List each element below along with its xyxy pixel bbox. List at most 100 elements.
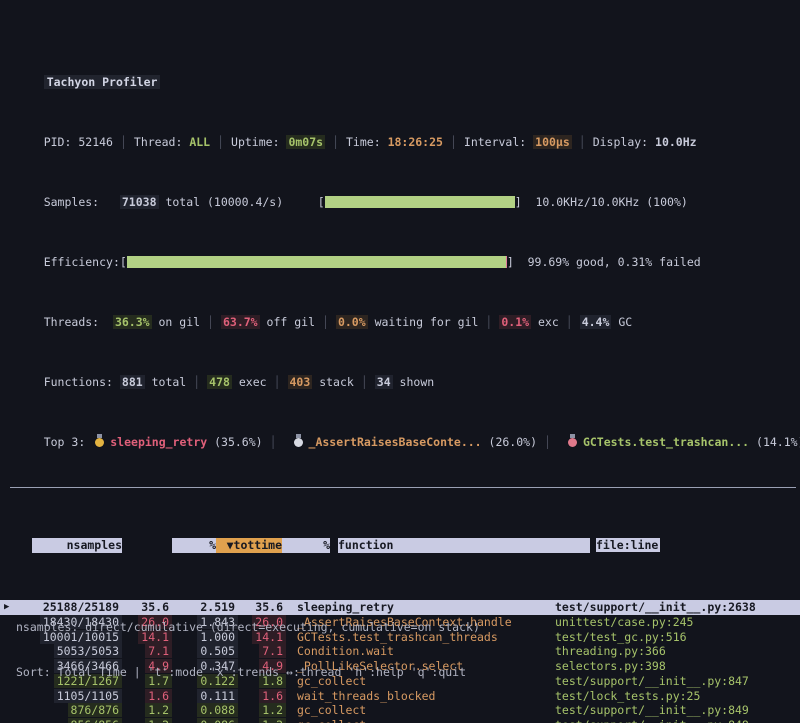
- divider: │: [450, 135, 457, 149]
- file-line-cell-value: test/test_gc.py:516: [552, 630, 690, 644]
- efficiency-summary: 99.69% good, 0.31% failed: [528, 255, 701, 269]
- table-row[interactable]: 856/8561.20.0861.2gc_collecttest/support…: [0, 718, 800, 723]
- top3-item: _AssertRaisesBaseConte... (26.0%): [284, 435, 537, 449]
- file-line-cell-value: unittest/case.py:245: [552, 615, 696, 629]
- pid-value: 52146: [78, 135, 113, 149]
- divider: │: [120, 135, 127, 149]
- tottime-cell: 0.086: [172, 718, 238, 723]
- divider: │: [361, 375, 368, 389]
- file-line-cell: test/support/__init__.py:848: [552, 718, 800, 723]
- divider: │: [485, 315, 492, 329]
- top3-percent: (26.0%): [482, 435, 537, 449]
- nsamples-cell-value: 856/856: [68, 718, 122, 723]
- tachyon-profiler-screen: Tachyon Profiler PID: 52146│Thread: ALL│…: [0, 0, 800, 723]
- function-stat-text: shown: [393, 375, 435, 389]
- percent-cumulative-cell-value: 1.2: [259, 718, 286, 723]
- silver-medal-icon: [294, 438, 303, 447]
- divider: │: [322, 315, 329, 329]
- footer: nsamples: direct/cumulative (direct=exec…: [16, 590, 480, 710]
- function-stat: 403 stack: [288, 375, 354, 389]
- uptime-label: Uptime:: [231, 135, 279, 149]
- thread-stat: 4.4% GC: [580, 315, 632, 329]
- file-line-cell: selectors.py:398: [552, 659, 800, 674]
- samples-rate: 10.0KHz/10.0KHz (100%): [535, 195, 687, 209]
- thread-stat: 63.7% off gil: [221, 315, 315, 329]
- bronze-medal-icon: [568, 438, 577, 447]
- column-header-nsamples[interactable]: nsamples: [32, 538, 122, 553]
- column-header-pct-cumulative[interactable]: %: [282, 538, 330, 553]
- thread-value[interactable]: ALL: [189, 135, 210, 149]
- column-header-function[interactable]: function: [338, 538, 590, 553]
- time-value: 18:26:25: [388, 135, 443, 149]
- top3-function-name: sleeping_retry: [110, 435, 207, 449]
- thread-stat-text: exc: [531, 315, 559, 329]
- threads-segments: 36.3% on gil│63.7% off gil│0.0% waiting …: [113, 315, 632, 329]
- function-stat-value: 881: [120, 375, 145, 389]
- file-line-cell: test/test_gc.py:516: [552, 630, 800, 645]
- column-header-pct-direct[interactable]: %: [172, 538, 216, 553]
- percent-direct-cell: 1.2: [122, 718, 172, 723]
- functions-line: Functions: 881 total│478 exec│403 stack│…: [0, 360, 800, 375]
- threads-label: Threads:: [44, 315, 99, 329]
- efficiency-line: Efficiency:[] 99.69% good, 0.31% failed: [0, 240, 800, 255]
- pid-label: PID:: [44, 135, 72, 149]
- threads-line: Threads: 36.3% on gil│63.7% off gil│0.0%…: [0, 300, 800, 315]
- file-line-cell: unittest/case.py:245: [552, 615, 800, 630]
- top3-item: GCTests.test_trashcan... (14.1%): [558, 435, 800, 449]
- thread-stat-text: waiting for gil: [368, 315, 479, 329]
- footer-keybindings: Sort: Total Time | 't':mode 'x':trends ↔…: [16, 665, 480, 680]
- thread-label: Thread:: [134, 135, 182, 149]
- divider: │: [207, 315, 214, 329]
- status-line: PID: 52146│Thread: ALL│Uptime: 0m07s│Tim…: [0, 120, 800, 135]
- top3-line: Top 3:sleeping_retry (35.6%)│_AssertRais…: [0, 420, 800, 435]
- divider: │: [274, 375, 281, 389]
- divider: │: [332, 135, 339, 149]
- divider: │: [270, 435, 277, 449]
- gold-medal-icon: [95, 438, 104, 447]
- function-stat-value: 34: [375, 375, 393, 389]
- top3-percent: (14.1%): [749, 435, 800, 449]
- efficiency-bar-good: [127, 256, 506, 268]
- thread-stat-value: 36.3%: [113, 315, 152, 329]
- efficiency-bar-failed: [506, 256, 507, 268]
- function-stat: 881 total: [120, 375, 186, 389]
- file-line-cell: test/support/__init__.py:849: [552, 703, 800, 718]
- top3-function-name: _AssertRaisesBaseConte...: [309, 435, 482, 449]
- file-line-cell: threading.py:366: [552, 644, 800, 659]
- thread-stat-value: 0.1%: [499, 315, 531, 329]
- efficiency-label: Efficiency:: [44, 255, 120, 269]
- divider: │: [579, 135, 586, 149]
- display-label: Display:: [593, 135, 648, 149]
- app-title: Tachyon Profiler: [44, 75, 161, 89]
- divider: │: [217, 135, 224, 149]
- thread-stat-value: 63.7%: [221, 315, 260, 329]
- column-gap: [122, 538, 172, 553]
- interval-label: Interval:: [464, 135, 526, 149]
- samples-bar-fill: [325, 196, 515, 208]
- samples-bar: [325, 196, 515, 208]
- top3-label: Top 3:: [44, 435, 86, 449]
- column-header-tottime-sorted[interactable]: ▼tottime: [216, 538, 282, 553]
- functions-segments: 881 total │ 478 exec │ 403 stack │ 34 shown: [120, 375, 434, 389]
- file-line-cell-value: test/lock_tests.py:25: [552, 689, 703, 703]
- table-header: nsamples % ▼tottime % function file:line: [0, 538, 800, 553]
- functions-label: Functions:: [44, 375, 113, 389]
- file-line-cell-value: test/support/__init__.py:847: [552, 674, 752, 688]
- footer-legend: nsamples: direct/cumulative (direct=exec…: [16, 620, 480, 635]
- title-bar: Tachyon Profiler: [0, 45, 800, 75]
- thread-stat-text: off gil: [260, 315, 315, 329]
- thread-stat: 0.1% exc: [499, 315, 558, 329]
- file-line-cell-value: selectors.py:398: [552, 659, 669, 673]
- thread-stat-value: 4.4%: [580, 315, 612, 329]
- file-line-cell-value: test/support/__init__.py:849: [552, 703, 752, 717]
- file-line-cell-value: test/support/__init__.py:848: [552, 718, 752, 723]
- top3-items: sleeping_retry (35.6%)│_AssertRaisesBase…: [85, 435, 800, 449]
- tottime-cell-value: 0.086: [197, 718, 238, 723]
- percent-cumulative-cell: 1.2: [238, 718, 286, 723]
- column-header-file-line[interactable]: file:line: [596, 538, 660, 552]
- divider: │: [193, 375, 200, 389]
- function-stat-text: total: [145, 375, 187, 389]
- thread-stat-value: 0.0%: [336, 315, 368, 329]
- function-stat-text: stack: [312, 375, 354, 389]
- function-stat: 478 exec: [207, 375, 266, 389]
